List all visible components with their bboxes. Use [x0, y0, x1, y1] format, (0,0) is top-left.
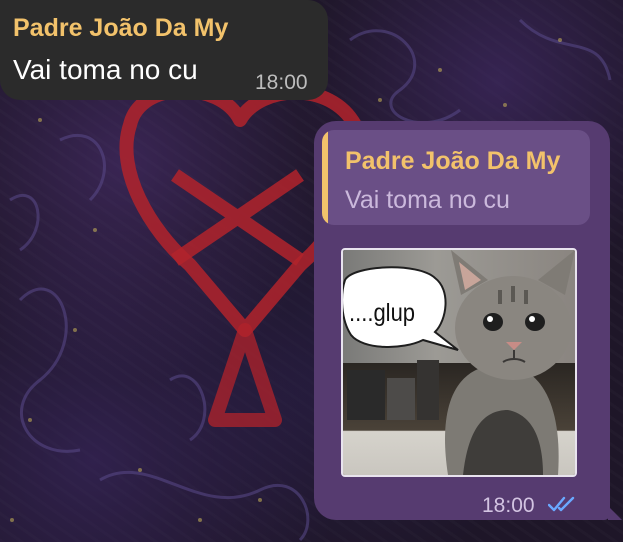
incoming-message-text: Vai toma no cu: [13, 54, 198, 85]
reply-quote[interactable]: Padre João Da My Vai toma no cu: [322, 130, 590, 225]
cat-sticker-image[interactable]: ....glup: [341, 248, 577, 477]
outgoing-message-bubble[interactable]: Padre João Da My Vai toma no cu ....glup…: [314, 121, 622, 520]
outgoing-message-time: 18:00: [482, 494, 535, 517]
reply-sender-name: Padre João Da My: [345, 147, 561, 175]
incoming-message-bubble[interactable]: Padre João Da My Vai toma no cu 18:00: [0, 0, 328, 100]
sticker-speech-text: ....glup: [349, 298, 416, 327]
incoming-message-time: 18:00: [255, 71, 308, 94]
reply-accent-bar: [322, 130, 328, 225]
incoming-sender-name[interactable]: Padre João Da My: [13, 14, 228, 43]
reply-message-text: Vai toma no cu: [345, 186, 510, 214]
bubble-tail: [608, 506, 622, 520]
double-check-read-icon: [548, 496, 575, 512]
cat-illustration: [343, 250, 575, 475]
